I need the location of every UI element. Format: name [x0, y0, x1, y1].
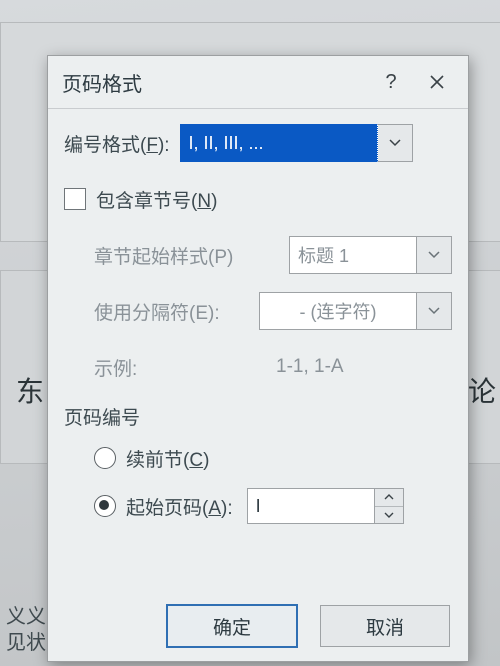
- chapter-start-label: 章节起始样式(P): [94, 242, 233, 269]
- spin-up-button[interactable]: [375, 489, 403, 507]
- dialog-footer: 确定 取消: [48, 591, 468, 661]
- chapter-start-combo[interactable]: 标题 1: [289, 236, 452, 274]
- continue-previous-label: 续前节(C): [126, 445, 209, 472]
- ok-button[interactable]: 确定: [166, 604, 298, 648]
- close-button[interactable]: [414, 62, 460, 102]
- titlebar: 页码格式 ?: [48, 56, 468, 109]
- example-label: 示例:: [94, 354, 137, 381]
- spin-buttons: [375, 488, 404, 524]
- start-at-spinner: [247, 488, 404, 524]
- number-format-arrow[interactable]: [378, 124, 413, 162]
- include-chapter-checkbox[interactable]: [64, 188, 86, 210]
- spin-down-button[interactable]: [375, 507, 403, 524]
- bg-bottom-line1: 义义.: [6, 604, 52, 630]
- start-at-label: 起始页码(A):: [126, 493, 233, 520]
- separator-label: 使用分隔符(E):: [94, 298, 220, 325]
- cancel-button[interactable]: 取消: [320, 605, 450, 647]
- bg-text-bottom: 义义. 见状: [6, 604, 52, 656]
- dialog-title: 页码格式: [62, 68, 142, 97]
- chevron-down-icon: [384, 512, 394, 518]
- bg-bottom-line2: 见状: [6, 630, 52, 656]
- separator-combo[interactable]: - (连字符): [259, 292, 452, 330]
- help-button[interactable]: ?: [368, 62, 414, 102]
- separator-arrow[interactable]: [417, 292, 452, 330]
- chevron-down-icon: [428, 307, 440, 315]
- example-value: 1-1, 1-A: [276, 356, 452, 378]
- number-format-value: I, II, III, ...: [180, 124, 378, 162]
- chapter-start-row: 章节起始样式(P) 标题 1: [64, 235, 452, 275]
- help-icon: ?: [385, 71, 396, 94]
- number-format-label: 编号格式(F):: [64, 130, 170, 157]
- number-format-combo[interactable]: I, II, III, ...: [180, 124, 413, 162]
- example-row: 示例: 1-1, 1-A: [64, 347, 452, 387]
- chapter-start-value: 标题 1: [289, 236, 417, 274]
- start-at-input[interactable]: [247, 488, 375, 524]
- separator-value: - (连字符): [259, 292, 417, 330]
- number-format-row: 编号格式(F): I, II, III, ...: [64, 123, 452, 163]
- page-numbering-title: 页码编号: [64, 403, 452, 430]
- include-chapter-row: 包含章节号(N): [64, 179, 452, 219]
- chevron-down-icon: [428, 251, 440, 259]
- bg-text-left: 东: [16, 370, 44, 410]
- start-at-row: 起始页码(A):: [64, 488, 452, 524]
- include-chapter-label: 包含章节号(N): [96, 186, 217, 213]
- separator-row: 使用分隔符(E): - (连字符): [64, 291, 452, 331]
- continue-previous-row: 续前节(C): [64, 440, 452, 476]
- page-number-format-dialog: 页码格式 ? 编号格式(F): I, II, III, ... 包含章节号(N): [47, 55, 469, 662]
- chevron-up-icon: [384, 494, 394, 500]
- chapter-start-arrow[interactable]: [417, 236, 452, 274]
- close-icon: [429, 74, 445, 90]
- dialog-body: 编号格式(F): I, II, III, ... 包含章节号(N) 章节起始样式…: [48, 109, 468, 591]
- chevron-down-icon: [389, 139, 401, 147]
- continue-previous-radio[interactable]: [94, 447, 116, 469]
- start-at-radio[interactable]: [94, 495, 116, 517]
